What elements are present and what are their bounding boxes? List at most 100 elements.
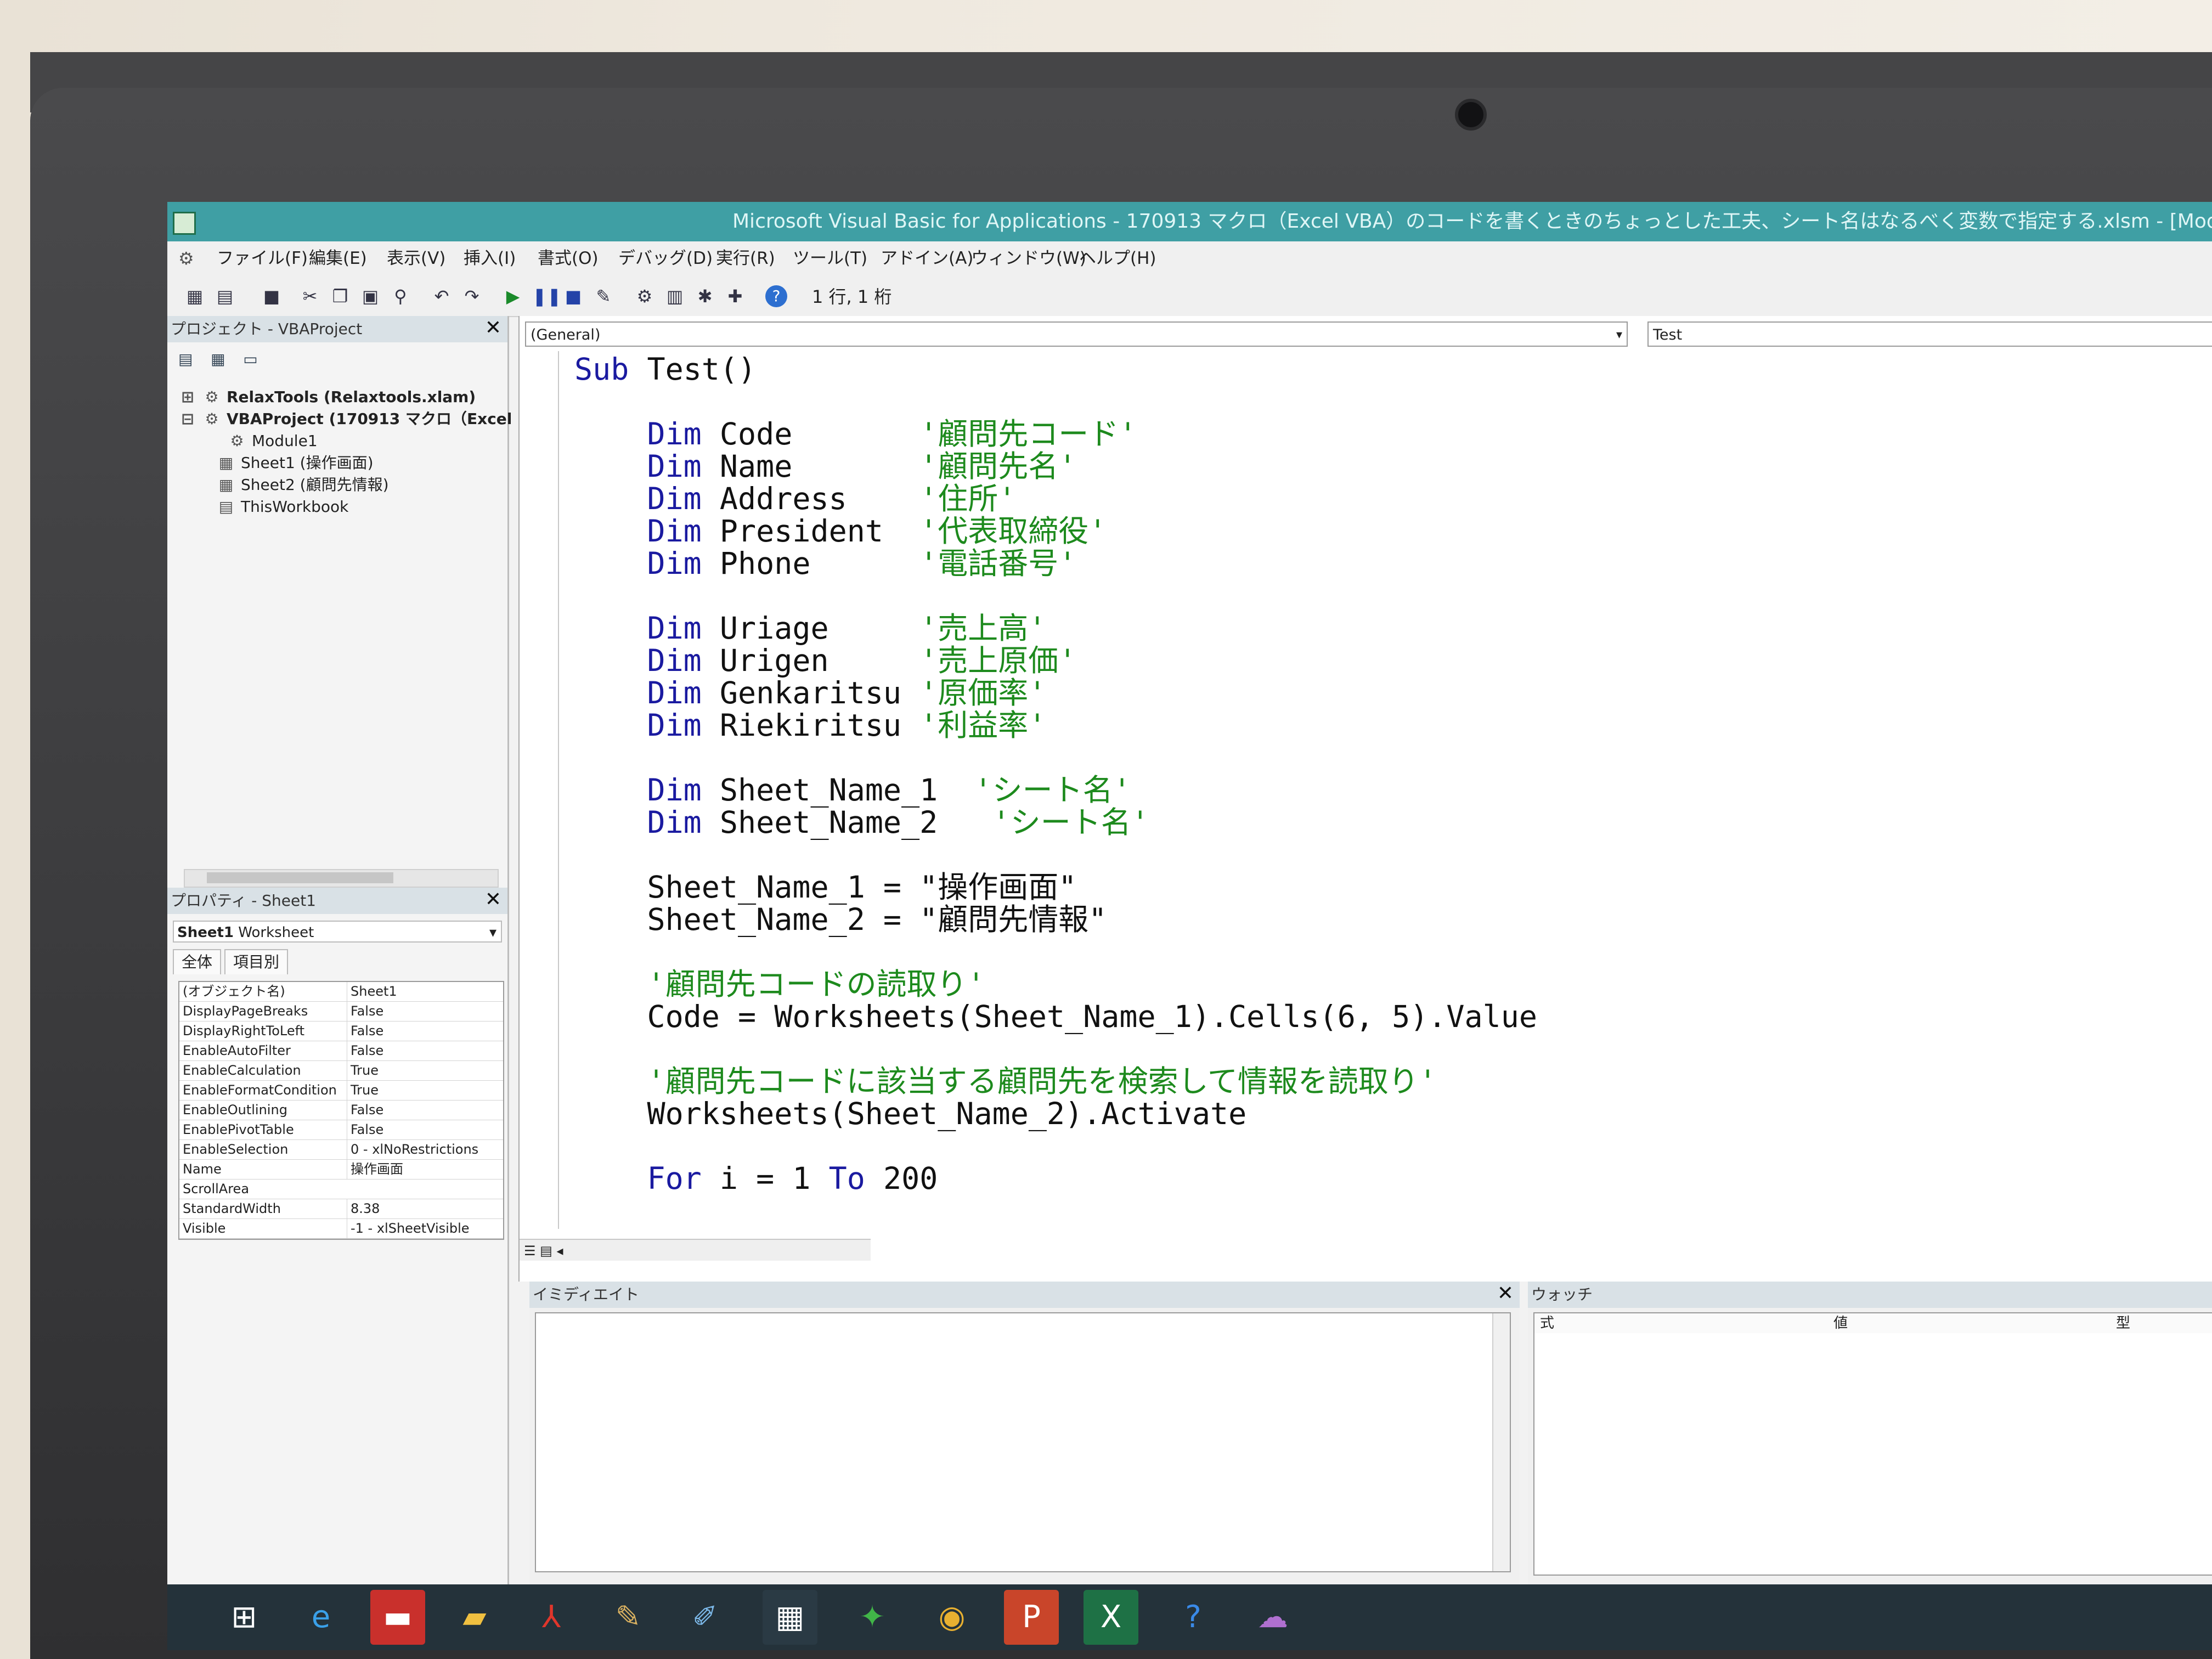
copy-icon[interactable]: ❐ <box>329 285 351 307</box>
run-icon[interactable]: ▶ <box>502 285 524 307</box>
menu-addins[interactable]: アドイン(A) <box>881 241 973 275</box>
acrobat-icon[interactable]: ⅄ <box>524 1590 579 1645</box>
menu-help[interactable]: ヘルプ(H) <box>1079 241 1156 275</box>
immediate-input[interactable] <box>535 1312 1511 1572</box>
close-icon[interactable]: ✕ <box>483 890 503 910</box>
reset-icon[interactable]: ■ <box>562 285 584 307</box>
tree-item-vbaproject[interactable]: ⊟ ⚙ VBAProject (170913 マクロ（Excel ' <box>178 408 522 430</box>
scroll-left-icon[interactable]: ◂ <box>556 1243 563 1259</box>
menu-view[interactable]: 表示(V) <box>387 241 445 275</box>
cut-icon[interactable]: ✂ <box>299 285 321 307</box>
procedure-view-icon[interactable]: ☰ <box>524 1243 536 1259</box>
prop-row[interactable]: EnableAutoFilter False <box>179 1041 503 1061</box>
prop-value[interactable]: True <box>347 1081 504 1100</box>
paste-icon[interactable]: ▣ <box>359 285 381 307</box>
menu-run[interactable]: 実行(R) <box>716 241 775 275</box>
menu-file[interactable]: ファイル(F) <box>217 241 308 275</box>
prop-row[interactable]: (オブジェクト名) Sheet1 <box>179 982 503 1002</box>
save-icon[interactable]: ■ <box>261 285 283 307</box>
tab-categorized[interactable]: 項目別 <box>224 949 289 974</box>
chevron-down-icon[interactable]: ▾ <box>489 922 496 944</box>
prop-row[interactable]: Visible -1 - xlSheetVisible <box>179 1219 503 1239</box>
internet-explorer-icon[interactable]: e <box>294 1590 348 1645</box>
paint-icon[interactable]: ✎ <box>601 1590 656 1645</box>
prop-value[interactable]: 操作画面 <box>347 1160 504 1179</box>
design-mode-icon[interactable]: ✎ <box>592 285 614 307</box>
prop-value[interactable]: False <box>347 1022 504 1041</box>
code-margin[interactable] <box>520 351 559 1229</box>
file-explorer-icon[interactable]: ▰ <box>447 1590 502 1645</box>
prop-value[interactable]: 8.38 <box>347 1199 504 1218</box>
prop-row[interactable]: Name 操作画面 <box>179 1160 503 1180</box>
collapse-icon[interactable]: ⊟ <box>178 408 197 430</box>
close-icon[interactable]: ✕ <box>1496 1284 1515 1304</box>
prop-value[interactable]: Sheet1 <box>347 982 504 1001</box>
cloud-app-icon[interactable]: ☁ <box>1245 1590 1300 1645</box>
evernote-icon[interactable]: ✦ <box>845 1590 900 1645</box>
break-icon[interactable]: ❚❚ <box>532 285 562 307</box>
tree-item-module1[interactable]: ⚙ Module1 <box>178 430 522 452</box>
project-explorer-icon[interactable]: ⚙ <box>634 285 656 307</box>
prop-value[interactable]: True <box>347 1061 504 1080</box>
code-editor[interactable]: Sub Test() Dim Code '顧問先コード' Dim Name '顧… <box>574 353 1537 1195</box>
red-app-icon[interactable]: ▬ <box>370 1590 425 1645</box>
properties-icon[interactable]: ▥ <box>664 285 686 307</box>
view-excel-icon[interactable]: ▦ <box>184 285 206 307</box>
tab-alphabetic[interactable]: 全体 <box>173 949 222 974</box>
menu-format[interactable]: 書式(O) <box>538 241 599 275</box>
chrome-icon[interactable]: ◉ <box>924 1590 979 1645</box>
expand-icon[interactable]: ⊞ <box>178 386 197 408</box>
windows-start-icon[interactable]: ⊞ <box>217 1590 272 1645</box>
view-code-icon[interactable]: ▤ <box>178 350 200 370</box>
prop-value[interactable]: False <box>347 1120 504 1139</box>
tree-item-sheet1[interactable]: ▦ Sheet1 (操作画面) <box>178 452 522 474</box>
watch-list[interactable] <box>1533 1333 2212 1576</box>
menu-insert[interactable]: 挿入(I) <box>464 241 516 275</box>
chevron-down-icon[interactable]: ▾ <box>1616 323 1622 348</box>
help-icon[interactable]: ? <box>765 285 787 307</box>
object-select[interactable]: Sheet1 Worksheet ▾ <box>173 921 502 943</box>
toolbox-icon[interactable]: ✚ <box>724 285 746 307</box>
prop-row[interactable]: EnableSelection 0 - xlNoRestrictions <box>179 1140 503 1160</box>
prop-row[interactable]: StandardWidth 8.38 <box>179 1199 503 1219</box>
watch-col-expression[interactable]: 式 <box>1540 1313 1554 1333</box>
prop-row[interactable]: DisplayPageBreaks False <box>179 1002 503 1022</box>
prop-value[interactable]: 0 - xlNoRestrictions <box>347 1140 504 1159</box>
insert-module-icon[interactable]: ▤ <box>214 285 236 307</box>
excel-icon[interactable]: X <box>1084 1590 1138 1645</box>
pen-app-icon[interactable]: ✐ <box>678 1590 732 1645</box>
tree-item-relaxtools[interactable]: ⊞ ⚙ RelaxTools (Relaxtools.xlam) <box>178 386 522 408</box>
watch-col-type[interactable]: 型 <box>2116 1313 2130 1333</box>
prop-row[interactable]: EnableCalculation True <box>179 1061 503 1081</box>
vba-menu-icon[interactable]: ⚙ <box>178 248 200 269</box>
close-icon[interactable]: ✕ <box>483 318 503 338</box>
prop-row[interactable]: EnablePivotTable False <box>179 1120 503 1140</box>
prop-row[interactable]: ScrollArea <box>179 1180 503 1199</box>
calendar-app-icon[interactable]: ▦ <box>763 1590 817 1645</box>
full-module-view-icon[interactable]: ▤ <box>540 1243 552 1259</box>
menu-window[interactable]: ウィンドウ(W) <box>971 241 1086 275</box>
object-browser-icon[interactable]: ✱ <box>694 285 716 307</box>
find-icon[interactable]: ⚲ <box>390 285 411 307</box>
prop-value[interactable]: -1 - xlSheetVisible <box>347 1219 504 1238</box>
prop-row[interactable]: DisplayRightToLeft False <box>179 1022 503 1041</box>
toggle-folders-icon[interactable]: ▭ <box>243 350 265 370</box>
immediate-vscrollbar[interactable] <box>1492 1313 1510 1571</box>
prop-value[interactable]: False <box>347 1002 504 1021</box>
view-object-icon[interactable]: ▦ <box>211 350 233 370</box>
menu-tools[interactable]: ツール(T) <box>793 241 867 275</box>
prop-value[interactable]: False <box>347 1101 504 1120</box>
tree-item-sheet2[interactable]: ▦ Sheet2 (顧問先情報) <box>178 474 522 496</box>
prop-value[interactable]: False <box>347 1041 504 1060</box>
scroll-thumb[interactable] <box>207 872 393 883</box>
object-combo[interactable]: (General) ▾ <box>525 321 1628 347</box>
tree-item-thisworkbook[interactable]: ▤ ThisWorkbook <box>178 496 522 518</box>
menu-edit[interactable]: 編集(E) <box>309 241 367 275</box>
prop-row[interactable]: EnableOutlining False <box>179 1101 503 1120</box>
procedure-combo[interactable]: Test <box>1647 321 2212 347</box>
redo-icon[interactable]: ↷ <box>461 285 483 307</box>
code-hscrollbar[interactable]: ☰ ▤ ◂ <box>520 1239 871 1261</box>
powerpoint-icon[interactable]: P <box>1004 1590 1059 1645</box>
undo-icon[interactable]: ↶ <box>431 285 453 307</box>
watch-col-value[interactable]: 値 <box>1833 1313 1848 1333</box>
